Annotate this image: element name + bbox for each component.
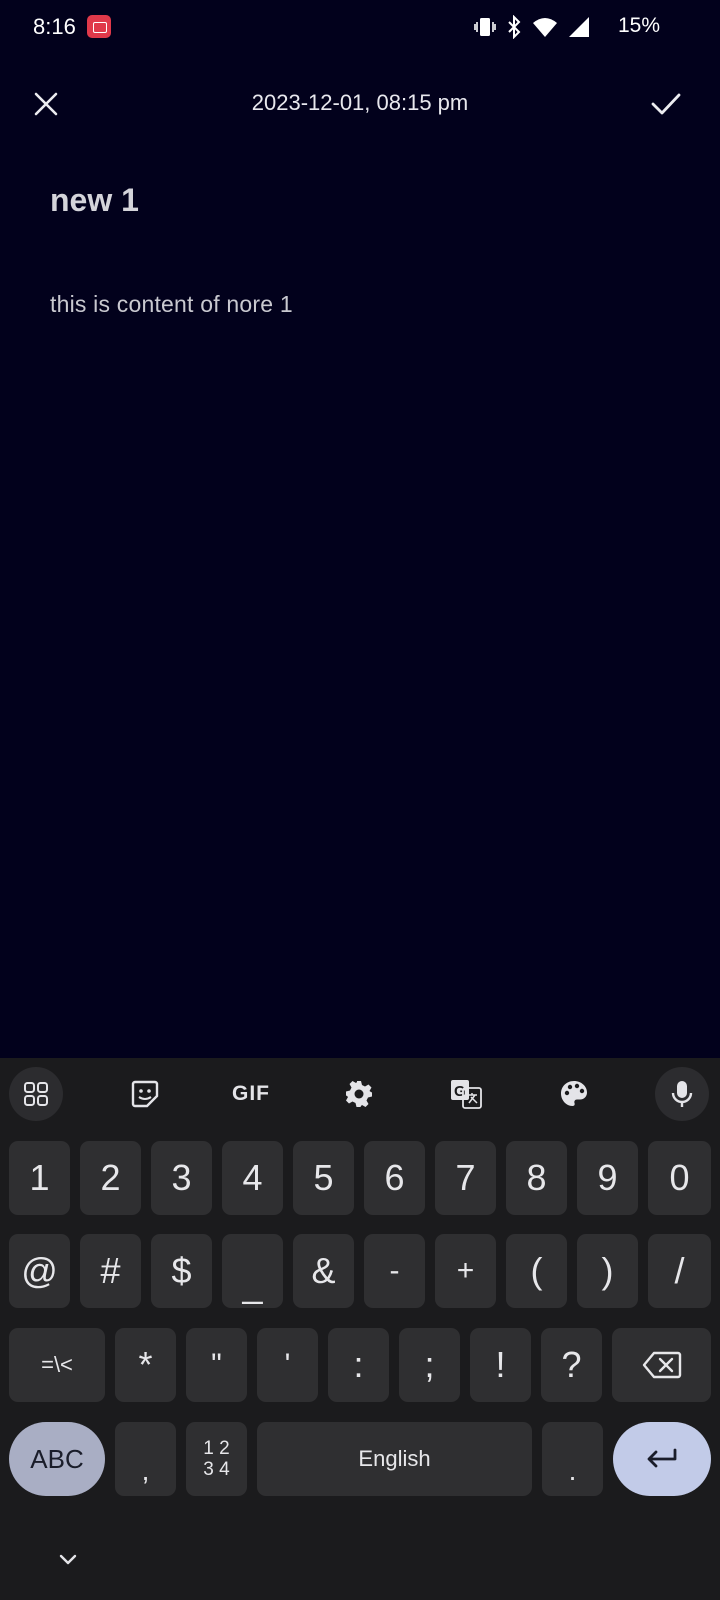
palette-icon xyxy=(561,1081,587,1106)
key-7[interactable]: 7 xyxy=(435,1141,496,1215)
wifi-icon xyxy=(532,16,558,38)
key-dollar[interactable]: $ xyxy=(151,1234,212,1308)
more-symbols-key[interactable]: =\< xyxy=(9,1328,105,1402)
key-plus[interactable]: + xyxy=(435,1234,496,1308)
save-button[interactable] xyxy=(646,84,686,124)
key-at[interactable]: @ xyxy=(9,1234,70,1308)
key-underscore-label: _ xyxy=(242,1264,263,1305)
key-6[interactable]: 6 xyxy=(364,1141,425,1215)
note-top-bar: 2023-12-01, 08:15 pm xyxy=(0,72,720,136)
key-period[interactable]: . xyxy=(542,1422,603,1496)
key-underscore[interactable]: _ xyxy=(222,1234,283,1308)
key-open-paren[interactable]: ( xyxy=(506,1234,567,1308)
note-body-field[interactable]: this is content of nore 1 xyxy=(50,291,293,318)
key-1[interactable]: 1 xyxy=(9,1141,70,1215)
enter-key[interactable] xyxy=(613,1422,711,1496)
gif-label: GIF xyxy=(232,1082,270,1105)
apps-button[interactable] xyxy=(9,1067,63,1121)
key-double-quote[interactable]: " xyxy=(186,1328,247,1402)
backspace-key[interactable] xyxy=(612,1328,711,1402)
key-4[interactable]: 4 xyxy=(222,1141,283,1215)
status-bar: 8:16 15% xyxy=(0,0,720,56)
svg-text:G: G xyxy=(454,1083,466,1100)
grid-icon xyxy=(24,1082,48,1106)
note-title-field[interactable]: new 1 xyxy=(50,182,139,219)
key-0[interactable]: 0 xyxy=(648,1141,711,1215)
key-colon[interactable]: : xyxy=(328,1328,389,1402)
screen-record-icon xyxy=(87,15,111,38)
key-slash[interactable]: / xyxy=(648,1234,711,1308)
enter-icon xyxy=(647,1448,677,1468)
sticker-icon xyxy=(131,1080,159,1108)
key-minus-label: - xyxy=(389,1254,400,1287)
key-close-paren[interactable]: ) xyxy=(577,1234,638,1308)
mic-icon xyxy=(671,1081,693,1107)
key-9[interactable]: 9 xyxy=(577,1141,638,1215)
key-plus-label: + xyxy=(456,1254,475,1287)
voice-input-button[interactable] xyxy=(655,1067,709,1121)
check-icon xyxy=(651,93,681,115)
abc-key[interactable]: ABC xyxy=(9,1422,105,1496)
theme-button[interactable] xyxy=(547,1067,601,1121)
key-2[interactable]: 2 xyxy=(80,1141,141,1215)
key-hash[interactable]: # xyxy=(80,1234,141,1308)
numpad-key-bottom: 3 4 xyxy=(203,1459,230,1480)
numpad-key-top: 1 2 xyxy=(203,1438,230,1459)
key-question[interactable]: ? xyxy=(541,1328,602,1402)
numpad-key[interactable]: 1 2 3 4 xyxy=(186,1422,247,1496)
battery-level: 15% xyxy=(617,14,660,37)
key-3[interactable]: 3 xyxy=(151,1141,212,1215)
hide-keyboard-button[interactable] xyxy=(48,1545,88,1575)
key-exclamation[interactable]: ! xyxy=(470,1328,531,1402)
key-comma-label: , xyxy=(141,1455,150,1486)
translate-button[interactable]: G xyxy=(439,1067,493,1121)
backspace-icon xyxy=(642,1351,681,1379)
vibrate-icon xyxy=(474,16,496,38)
status-time: 8:16 xyxy=(33,14,76,39)
gif-button[interactable]: GIF xyxy=(224,1067,278,1121)
keyboard-toolbar: GIF G xyxy=(0,1058,720,1128)
key-8[interactable]: 8 xyxy=(506,1141,567,1215)
gear-icon xyxy=(346,1081,372,1107)
key-comma[interactable]: , xyxy=(115,1422,176,1496)
key-semicolon[interactable]: ; xyxy=(399,1328,460,1402)
space-key[interactable]: English xyxy=(257,1422,532,1496)
chevron-down-icon xyxy=(59,1554,77,1565)
bluetooth-icon xyxy=(506,15,522,39)
keyboard-settings-button[interactable] xyxy=(332,1067,386,1121)
keyboard: GIF G 1 2 3 4 5 6 7 8 9 0 @ # $ _ & - + … xyxy=(0,1058,720,1600)
signal-icon xyxy=(568,16,590,38)
key-period-label: . xyxy=(568,1455,577,1486)
key-minus[interactable]: - xyxy=(364,1234,425,1308)
key-5[interactable]: 5 xyxy=(293,1141,354,1215)
key-single-quote[interactable]: ' xyxy=(257,1328,318,1402)
key-ampersand[interactable]: & xyxy=(293,1234,354,1308)
note-date: 2023-12-01, 08:15 pm xyxy=(251,90,469,115)
key-asterisk[interactable]: * xyxy=(115,1328,176,1402)
status-icons xyxy=(474,14,590,40)
sticker-button[interactable] xyxy=(118,1067,172,1121)
translate-icon: G xyxy=(451,1080,482,1109)
